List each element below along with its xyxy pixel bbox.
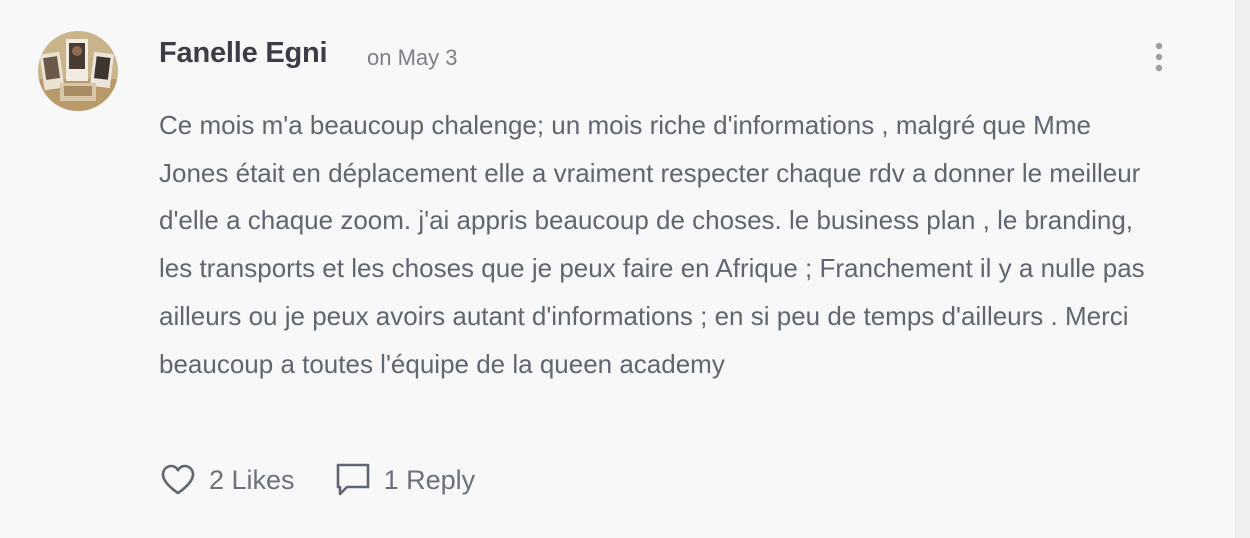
- reply-button[interactable]: 1 Reply: [335, 462, 476, 498]
- comment-date[interactable]: on May 3: [367, 45, 458, 71]
- reply-count: 1 Reply: [383, 464, 476, 495]
- comment-menu-button[interactable]: [1144, 40, 1174, 74]
- more-vertical-icon: [1155, 42, 1163, 72]
- comment-body: Ce mois m'a beaucoup chalenge; un mois r…: [159, 110, 1145, 379]
- speech-bubble-icon: [335, 462, 371, 498]
- avatar[interactable]: [38, 31, 118, 111]
- scrollbar-track: [1235, 0, 1250, 538]
- avatar-image: [38, 31, 118, 111]
- comment-actions: 2 Likes 1 Reply: [160, 458, 475, 502]
- likes-count: 2 Likes: [209, 464, 295, 495]
- heart-icon: [160, 463, 196, 497]
- comment-author[interactable]: Fanelle Egni: [159, 37, 328, 70]
- like-button[interactable]: 2 Likes: [160, 463, 295, 497]
